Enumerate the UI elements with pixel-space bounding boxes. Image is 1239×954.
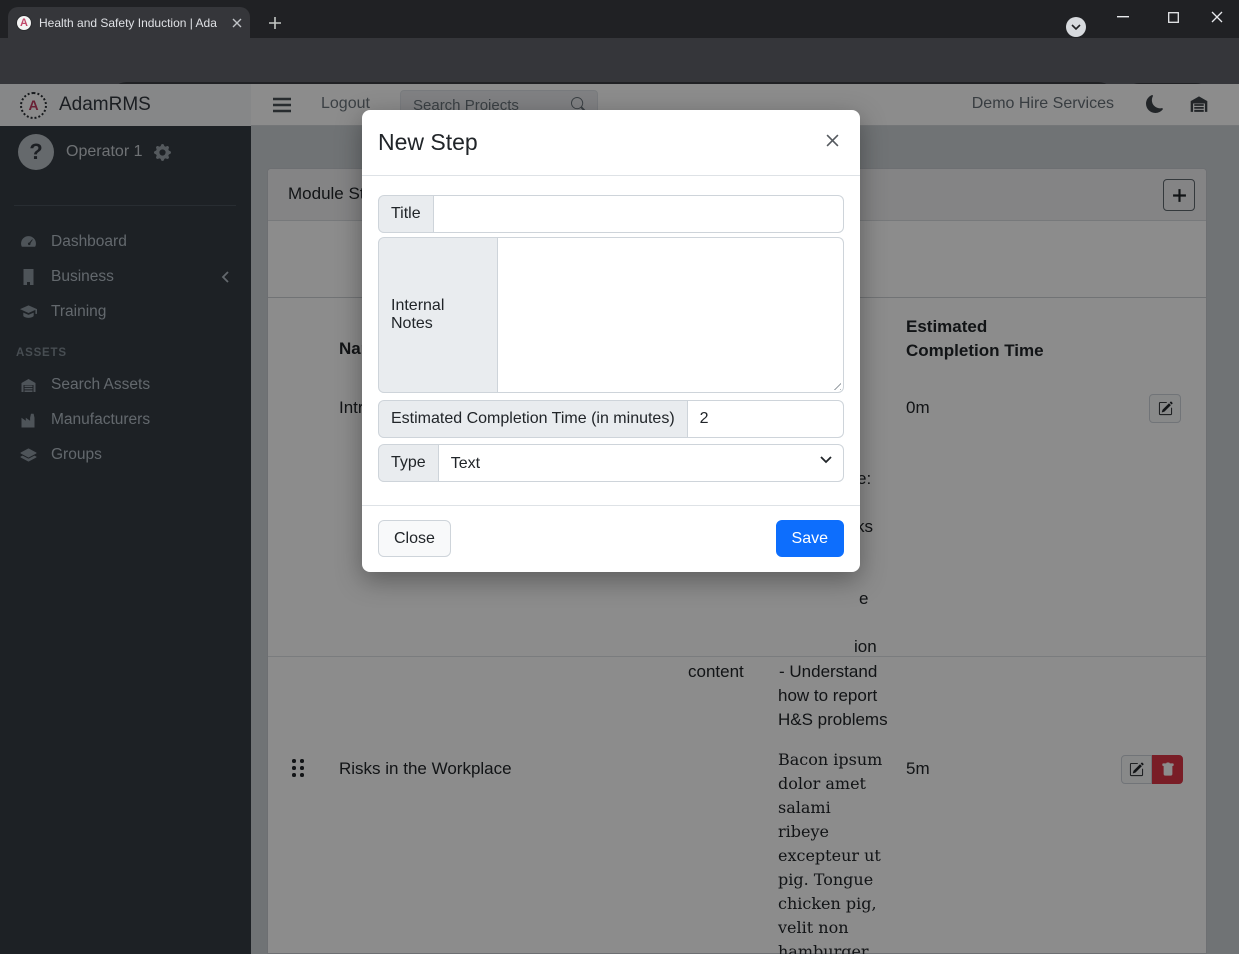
- tab-search-caret-icon[interactable]: [1066, 17, 1086, 37]
- title-field-label: Title: [378, 195, 434, 233]
- internal-notes-label: Internal Notes: [378, 237, 498, 393]
- close-button[interactable]: Close: [378, 520, 451, 557]
- estimated-completion-time-label: Estimated Completion Time (in minutes): [378, 400, 688, 438]
- textarea-resize-handle-icon[interactable]: [831, 380, 841, 390]
- type-label: Type: [378, 444, 439, 482]
- type-select[interactable]: Text: [439, 444, 844, 482]
- screen: A Health and Safety Induction | Ada: [0, 0, 1239, 954]
- new-step-modal: New Step Title Internal Notes Estimated …: [362, 110, 860, 572]
- favicon-adamrms-icon: A: [16, 15, 32, 31]
- modal-close-x-button[interactable]: [819, 127, 845, 153]
- browser-tab[interactable]: A Health and Safety Induction | Ada: [8, 7, 250, 38]
- new-tab-button[interactable]: [262, 10, 288, 36]
- internal-notes-textarea[interactable]: [498, 237, 844, 393]
- window-minimize-button[interactable]: [1106, 4, 1140, 30]
- title-input[interactable]: [434, 195, 844, 233]
- modal-footer: Close Save: [362, 505, 860, 572]
- close-icon: [826, 134, 839, 147]
- tab-title: Health and Safety Induction | Ada: [39, 16, 225, 30]
- browser-toolbar: Not secure admin.test/training/module.ph…: [0, 38, 1239, 84]
- title-field-group: Title: [378, 195, 844, 233]
- window-close-button[interactable]: [1200, 4, 1234, 30]
- estimated-completion-time-input[interactable]: [688, 400, 844, 438]
- estimated-completion-time-field-group: Estimated Completion Time (in minutes): [378, 400, 844, 438]
- type-field-group: Type Text: [378, 444, 844, 482]
- window-maximize-button[interactable]: [1156, 4, 1190, 30]
- tab-close-icon[interactable]: [232, 18, 242, 28]
- save-button[interactable]: Save: [776, 520, 844, 557]
- internal-notes-field-group: Internal Notes: [378, 237, 844, 393]
- browser-tabstrip: A Health and Safety Induction | Ada: [0, 0, 1239, 38]
- modal-header: New Step: [362, 110, 860, 176]
- modal-title: New Step: [378, 129, 478, 156]
